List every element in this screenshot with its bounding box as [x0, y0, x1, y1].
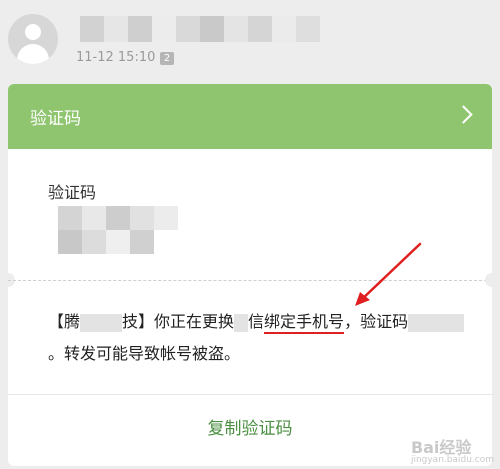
count-badge: 2	[160, 52, 174, 65]
verification-card[interactable]: 验证码 验证码 【腾 技】你正在更换 信绑定手机号，验证码。转发可能导致帐号被盗。 …	[8, 84, 492, 466]
message-timestamp: 11-12 15:10	[76, 50, 156, 65]
avatar[interactable]	[8, 14, 58, 64]
avatar-head-shape	[25, 24, 41, 40]
sender-name-mosaic	[80, 16, 320, 42]
avatar-body-shape	[17, 44, 49, 64]
watermark-logo: Bai经验 jingyan.baidu.com	[411, 434, 494, 465]
watermark-subtext: jingyan.baidu.com	[410, 455, 494, 465]
